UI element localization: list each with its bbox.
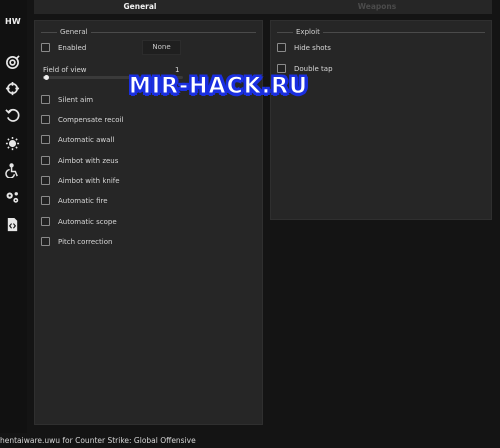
automatic-scope-label: Automatic scope xyxy=(58,217,117,226)
tab-weapons[interactable]: Weapons xyxy=(292,1,462,13)
exploit-panel: Exploit Hide shots Double tap xyxy=(270,20,492,220)
option-row[interactable]: Automatic awall xyxy=(41,134,114,145)
option-row[interactable]: Aimbot with knife xyxy=(41,175,120,186)
fov-value: 1 xyxy=(175,66,180,74)
automatic-scope-checkbox[interactable] xyxy=(41,217,50,226)
exploit-title: Exploit xyxy=(296,28,320,36)
fov-slider-handle[interactable] xyxy=(43,75,49,80)
enabled-checkbox[interactable] xyxy=(41,43,50,52)
option-row[interactable]: Pitch correction xyxy=(41,236,112,247)
option-row[interactable]: Automatic scope xyxy=(41,216,117,227)
general-section-title: General xyxy=(41,27,256,37)
pitch-correction-checkbox[interactable] xyxy=(41,237,50,246)
option-row[interactable]: Silent aim xyxy=(41,94,93,105)
code-file-icon[interactable] xyxy=(5,217,20,232)
keybind-dropdown[interactable]: None xyxy=(142,40,181,55)
compensate-recoil-label: Compensate recoil xyxy=(58,115,124,124)
fov-label: Field of view xyxy=(43,66,87,74)
option-row[interactable]: Automatic fire xyxy=(41,195,108,206)
double-tap-label: Double tap xyxy=(294,64,333,73)
silent-aim-label: Silent aim xyxy=(58,95,94,104)
sidebar: HW xyxy=(0,0,27,433)
hide-shots-label: Hide shots xyxy=(294,43,331,52)
app-logo: HW xyxy=(5,17,21,26)
wheelchair-icon[interactable] xyxy=(5,163,20,178)
aimbot-zeus-checkbox[interactable] xyxy=(41,156,50,165)
exploit-section-title: Exploit xyxy=(277,27,485,37)
option-row[interactable]: Aimbot with zeus xyxy=(41,155,118,166)
pitch-correction-label: Pitch correction xyxy=(58,237,113,246)
enabled-label: Enabled xyxy=(58,43,87,52)
aimbot-knife-label: Aimbot with knife xyxy=(58,176,120,185)
footer: hentaiware.uwu for Counter Strike: Globa… xyxy=(0,433,500,448)
hide-shots-checkbox[interactable] xyxy=(277,43,286,52)
option-row[interactable]: Compensate recoil xyxy=(41,114,123,125)
automatic-fire-label: Automatic fire xyxy=(58,196,108,205)
automatic-fire-checkbox[interactable] xyxy=(41,196,50,205)
sun-icon[interactable] xyxy=(5,136,20,151)
aimbot-knife-checkbox[interactable] xyxy=(41,176,50,185)
option-row[interactable]: Double tap xyxy=(277,63,333,74)
tab-general[interactable]: General xyxy=(34,1,246,13)
undo-icon[interactable] xyxy=(5,108,20,123)
aimbot-zeus-label: Aimbot with zeus xyxy=(58,156,119,165)
crosshair-icon[interactable] xyxy=(5,81,20,96)
tab-bar: General Weapons xyxy=(34,0,492,14)
watermark: MIR-HACK.RU xyxy=(129,74,308,100)
double-tap-checkbox[interactable] xyxy=(277,64,286,73)
target-icon[interactable] xyxy=(5,55,20,70)
automatic-awall-checkbox[interactable] xyxy=(41,135,50,144)
option-row[interactable]: Hide shots xyxy=(277,42,331,53)
automatic-awall-label: Automatic awall xyxy=(58,135,115,144)
general-title: General xyxy=(60,28,88,36)
compensate-recoil-checkbox[interactable] xyxy=(41,115,50,124)
silent-aim-checkbox[interactable] xyxy=(41,95,50,104)
gears-icon[interactable] xyxy=(5,190,20,205)
footer-text: hentaiware.uwu for Counter Strike: Globa… xyxy=(0,436,196,445)
enabled-checkbox-row[interactable]: Enabled xyxy=(41,42,86,53)
